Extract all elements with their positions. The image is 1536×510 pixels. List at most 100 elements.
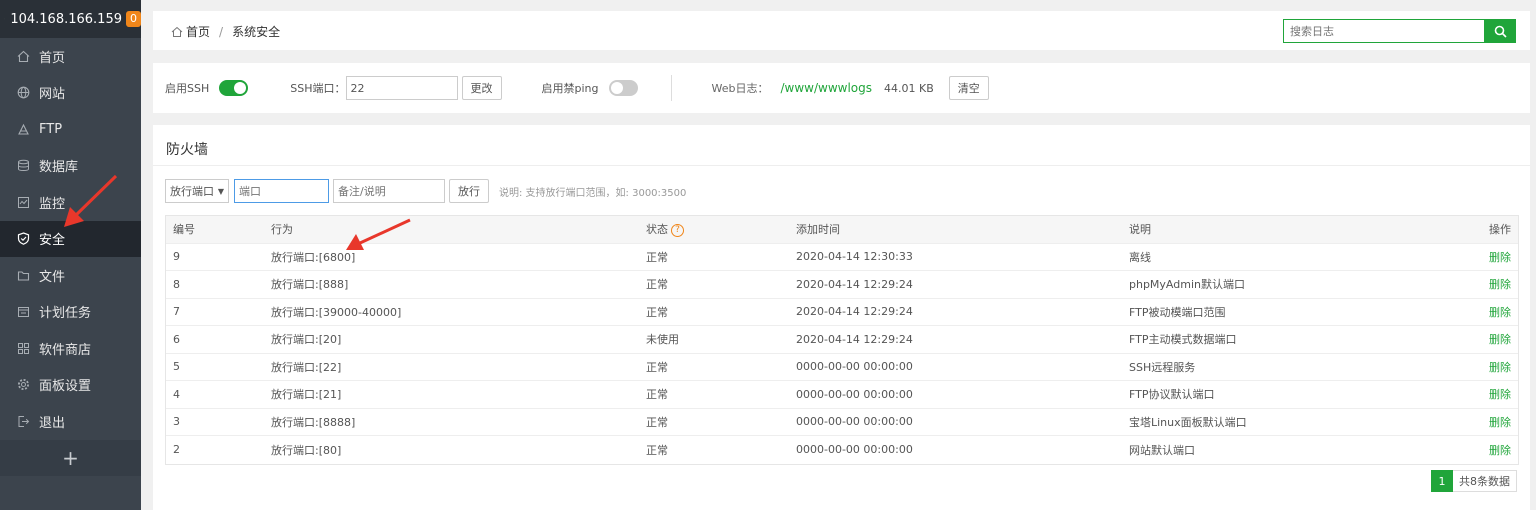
row-id: 6: [173, 332, 180, 346]
delete-link[interactable]: 删除: [1489, 359, 1511, 375]
sidebar-item-label: 面板设置: [39, 379, 92, 395]
sidebar-item-10[interactable]: 退出: [0, 403, 141, 440]
security-settings: 启用SSH SSH端口： 22 更改 启用禁ping Web日志： /www/w…: [153, 63, 1530, 113]
add-menu-button[interactable]: +: [0, 439, 141, 476]
row-time: 0000-00-00 00:00:00: [796, 387, 913, 401]
delete-link[interactable]: 删除: [1489, 249, 1511, 265]
row-desc: 离线: [1129, 250, 1151, 264]
shield-icon: [17, 232, 30, 246]
sidebar-item-label: FTP: [39, 121, 63, 137]
row-action: 放行端口:[8888]: [271, 415, 356, 429]
ping-toggle[interactable]: [608, 80, 638, 96]
search-button[interactable]: [1485, 19, 1516, 43]
row-status: 正常: [646, 360, 668, 374]
row-status: 正常: [646, 305, 668, 319]
col-id: 编号: [173, 223, 195, 237]
row-action: 放行端口:[39000-40000]: [271, 305, 402, 319]
server-header: 104.168.166.159 0: [0, 0, 141, 38]
folder-icon: [17, 269, 30, 282]
row-desc: phpMyAdmin默认端口: [1129, 278, 1245, 292]
row-desc: 宝塔Linux面板默认端口: [1129, 415, 1247, 429]
delete-link[interactable]: 删除: [1489, 414, 1511, 430]
delete-link[interactable]: 删除: [1489, 304, 1511, 320]
rule-type-select[interactable]: 放行端口 ▼: [165, 179, 229, 203]
table-row: 6 放行端口:[20] 未使用 2020-04-14 12:29:24 FTP主动模式数…: [166, 326, 1518, 354]
breadcrumb-separator: /: [219, 24, 224, 39]
row-id: 2: [173, 443, 180, 457]
row-id: 7: [173, 305, 180, 319]
ssh-port-label: SSH端口：: [290, 82, 346, 95]
clear-logs-button[interactable]: 清空: [948, 76, 989, 100]
row-time: 0000-00-00 00:00:00: [796, 415, 913, 429]
sidebar-item-label: 首页: [39, 50, 66, 66]
ping-label: 启用禁ping: [541, 82, 599, 95]
sidebar-item-8[interactable]: 软件商店: [0, 330, 141, 367]
weblog-label: Web日志：: [711, 82, 769, 95]
database-icon: [17, 159, 30, 172]
search-icon: [1494, 25, 1507, 38]
row-action: 放行端口:[21]: [271, 388, 342, 402]
row-status: 未使用: [646, 333, 679, 347]
row-status: 正常: [646, 278, 668, 292]
row-status: 正常: [646, 388, 668, 402]
row-action: 放行端口:[888]: [271, 278, 349, 292]
row-desc: FTP主动模式数据端口: [1129, 333, 1237, 347]
row-time: 2020-04-14 12:29:24: [796, 305, 913, 319]
col-time: 添加时间: [796, 223, 840, 237]
sidebar-item-4[interactable]: 监控: [0, 184, 141, 221]
col-desc: 说明: [1129, 223, 1151, 237]
sidebar-item-3[interactable]: 数据库: [0, 148, 141, 185]
ssh-label: 启用SSH: [165, 82, 210, 95]
row-status: 正常: [646, 443, 668, 457]
sidebar-item-label: 计划任务: [39, 306, 92, 322]
globe-icon: [17, 86, 30, 99]
weblog-path[interactable]: /www/wwwlogs: [780, 81, 872, 95]
sidebar-item-label: 数据库: [39, 160, 79, 176]
calendar-icon: [17, 305, 30, 318]
dropdown-arrow-icon: ▼: [217, 186, 224, 196]
table-row: 4 放行端口:[21] 正常 0000-00-00 00:00:00 FTP协议默认端口…: [166, 381, 1518, 409]
table-header: 编号 行为 状态? 添加时间 说明 操作: [166, 216, 1518, 244]
delete-link[interactable]: 删除: [1489, 276, 1511, 292]
home-icon: [171, 26, 183, 37]
help-icon[interactable]: ?: [671, 223, 684, 237]
row-id: 5: [173, 360, 180, 374]
sidebar-item-1[interactable]: 网站: [0, 75, 141, 112]
firewall-title: 防火墙: [166, 142, 208, 158]
page-current[interactable]: 1: [1431, 470, 1453, 492]
sidebar-item-label: 文件: [39, 269, 66, 285]
row-desc: FTP被动模端口范围: [1129, 305, 1226, 319]
gear-icon: [17, 378, 30, 391]
row-status: 正常: [646, 250, 668, 264]
row-id: 9: [173, 250, 180, 264]
sidebar-item-0[interactable]: 首页: [0, 38, 141, 75]
table-row: 5 放行端口:[22] 正常 0000-00-00 00:00:00 SSH远程服务 删除: [166, 354, 1518, 381]
search-input[interactable]: [1283, 19, 1485, 43]
breadcrumb-bar: 首页 / 系统安全: [153, 11, 1530, 50]
change-port-button[interactable]: 更改: [461, 76, 502, 100]
ftp-icon: [17, 123, 30, 136]
breadcrumb-home[interactable]: 首页: [186, 23, 210, 40]
sidebar-item-2[interactable]: FTP: [0, 111, 141, 148]
ssh-toggle[interactable]: [219, 80, 249, 96]
note-input[interactable]: [333, 179, 445, 203]
sidebar-item-6[interactable]: 文件: [0, 257, 141, 294]
row-action: 放行端口:[80]: [271, 443, 342, 457]
row-id: 8: [173, 277, 180, 291]
sidebar-item-7[interactable]: 计划任务: [0, 294, 141, 331]
sidebar-item-5[interactable]: 安全: [0, 220, 141, 257]
sidebar-item-9[interactable]: 面板设置: [0, 367, 141, 404]
notification-badge[interactable]: 0: [126, 11, 141, 27]
home-icon: [17, 50, 30, 63]
delete-link[interactable]: 删除: [1489, 386, 1511, 402]
sidebar-item-label: 网站: [39, 87, 66, 103]
delete-link[interactable]: 删除: [1489, 331, 1511, 347]
port-input[interactable]: [234, 179, 329, 203]
row-time: 0000-00-00 00:00:00: [796, 360, 913, 374]
col-op: 操作: [1489, 223, 1511, 237]
monitor-icon: [17, 196, 30, 209]
row-id: 3: [173, 415, 180, 429]
ssh-port-input[interactable]: 22: [345, 76, 458, 100]
release-port-button[interactable]: 放行: [449, 179, 489, 203]
delete-link[interactable]: 删除: [1489, 442, 1511, 458]
